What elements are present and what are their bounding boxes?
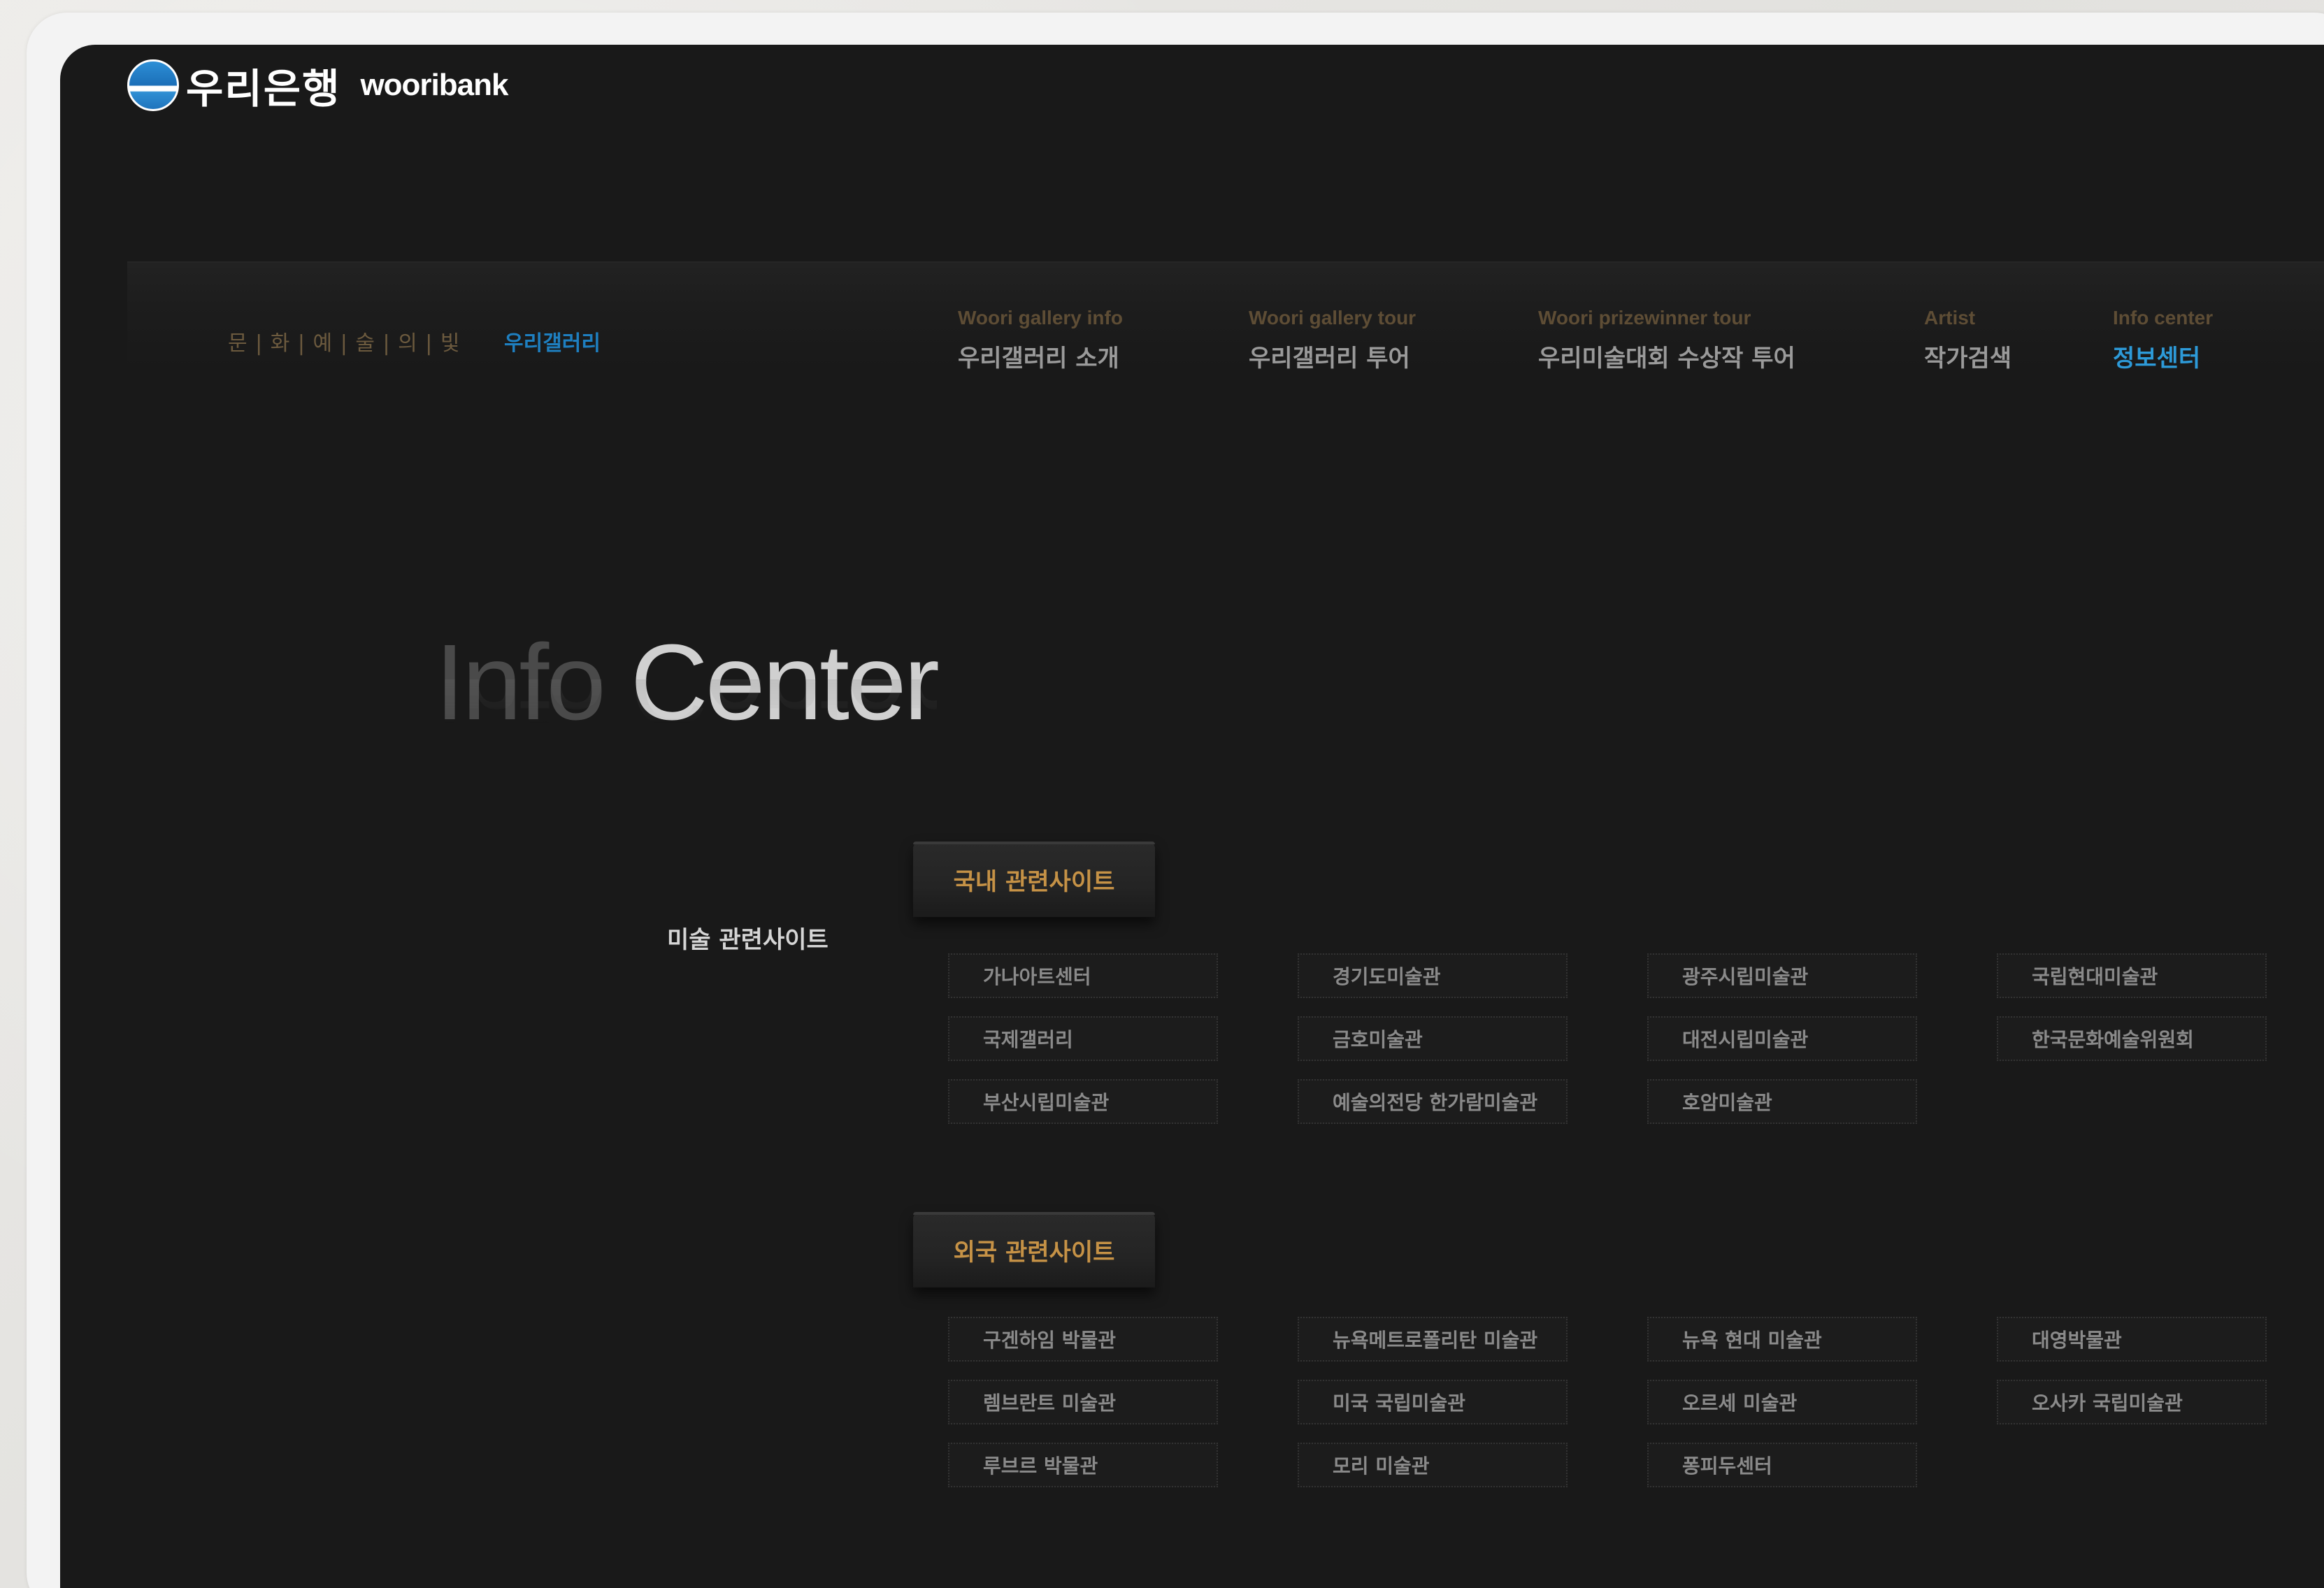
- link-item[interactable]: 구겐하임 박물관: [948, 1317, 1218, 1362]
- gallery-home-link[interactable]: 우리갤러리: [504, 326, 601, 356]
- link-item[interactable]: 모리 미술관: [1298, 1443, 1568, 1487]
- link-item[interactable]: 국제갤러리: [948, 1016, 1218, 1061]
- brand-name-ko: 우리은행: [186, 65, 341, 113]
- link-item[interactable]: 금호미술관: [1298, 1016, 1568, 1061]
- woori-bank-logo-icon: [127, 59, 179, 111]
- nav-gallery-tour-en: Woori gallery tour: [1249, 307, 1416, 329]
- link-item[interactable]: 예술의전당 한가람미술관: [1298, 1079, 1568, 1124]
- brand-name-en: wooribank: [360, 68, 508, 102]
- side-menu-label[interactable]: 미술 관련사이트: [667, 921, 829, 955]
- section-label-foreign: 외국 관련사이트: [953, 1238, 1115, 1266]
- nav-gallery-info-en: Woori gallery info: [958, 307, 1123, 329]
- link-item[interactable]: 부산시립미술관: [948, 1079, 1218, 1124]
- nav-info-center[interactable]: Info center 정보센터: [2113, 307, 2213, 373]
- link-item[interactable]: 오르세 미술관: [1647, 1380, 1917, 1424]
- link-item[interactable]: 대영박물관: [1997, 1317, 2267, 1362]
- site-window: 우리은행 wooribank 문 | 화 | 예 | 술 | 의 | 빛 우리갤…: [60, 45, 2324, 1588]
- section-tab-highlight: [913, 842, 1155, 844]
- link-item[interactable]: 미국 국립미술관: [1298, 1380, 1568, 1424]
- link-item[interactable]: 오사카 국립미술관: [1997, 1380, 2267, 1424]
- link-item[interactable]: 뉴욕메트로폴리탄 미술관: [1298, 1317, 1568, 1362]
- brand-logo[interactable]: 우리은행 wooribank: [127, 56, 508, 115]
- link-item[interactable]: 국립현대미술관: [1997, 953, 2267, 998]
- nav-gallery-info-ko: 우리갤러리 소개: [958, 345, 1119, 373]
- section-label-domestic: 국내 관련사이트: [953, 867, 1115, 896]
- link-item[interactable]: 대전시립미술관: [1647, 1016, 1917, 1061]
- nav-gallery-info[interactable]: Woori gallery info 우리갤러리 소개: [958, 307, 1123, 373]
- nav-prizewinner-tour[interactable]: Woori prizewinner tour 우리미술대회 수상작 투어: [1538, 307, 1795, 373]
- link-item[interactable]: 광주시립미술관: [1647, 953, 1917, 998]
- nav-artist-en: Artist: [1924, 307, 1976, 329]
- nav-gallery-tour[interactable]: Woori gallery tour 우리갤러리 투어: [1249, 307, 1416, 373]
- page-title-reflection: Info Center: [435, 628, 937, 749]
- link-item[interactable]: 루브르 박물관: [948, 1443, 1218, 1487]
- link-item[interactable]: 뉴욕 현대 미술관: [1647, 1317, 1917, 1362]
- nav-gallery-tour-ko: 우리갤러리 투어: [1249, 345, 1410, 373]
- section-tab-foreign: 외국 관련사이트: [913, 1212, 1155, 1287]
- link-item[interactable]: 호암미술관: [1647, 1079, 1917, 1124]
- link-item[interactable]: 가나아트센터: [948, 953, 1218, 998]
- link-item[interactable]: 한국문화예술위원회: [1997, 1016, 2267, 1061]
- section-tab-highlight: [913, 1212, 1155, 1215]
- section-tab-domestic: 국내 관련사이트: [913, 842, 1155, 917]
- nav-prizewinner-tour-en: Woori prizewinner tour: [1538, 307, 1751, 329]
- nav-info-center-en: Info center: [2113, 307, 2214, 329]
- link-item[interactable]: 경기도미술관: [1298, 953, 1568, 998]
- nav-info-center-ko: 정보센터: [2113, 345, 2201, 373]
- link-item[interactable]: 렘브란트 미술관: [948, 1380, 1218, 1424]
- culture-tagline: 문 | 화 | 예 | 술 | 의 | 빛: [228, 331, 461, 356]
- nav-artist-ko: 작가검색: [1924, 345, 2012, 373]
- nav-prizewinner-tour-ko: 우리미술대회 수상작 투어: [1538, 345, 1795, 373]
- link-item[interactable]: 퐁피두센터: [1647, 1443, 1917, 1487]
- nav-artist[interactable]: Artist 작가검색: [1924, 307, 2011, 373]
